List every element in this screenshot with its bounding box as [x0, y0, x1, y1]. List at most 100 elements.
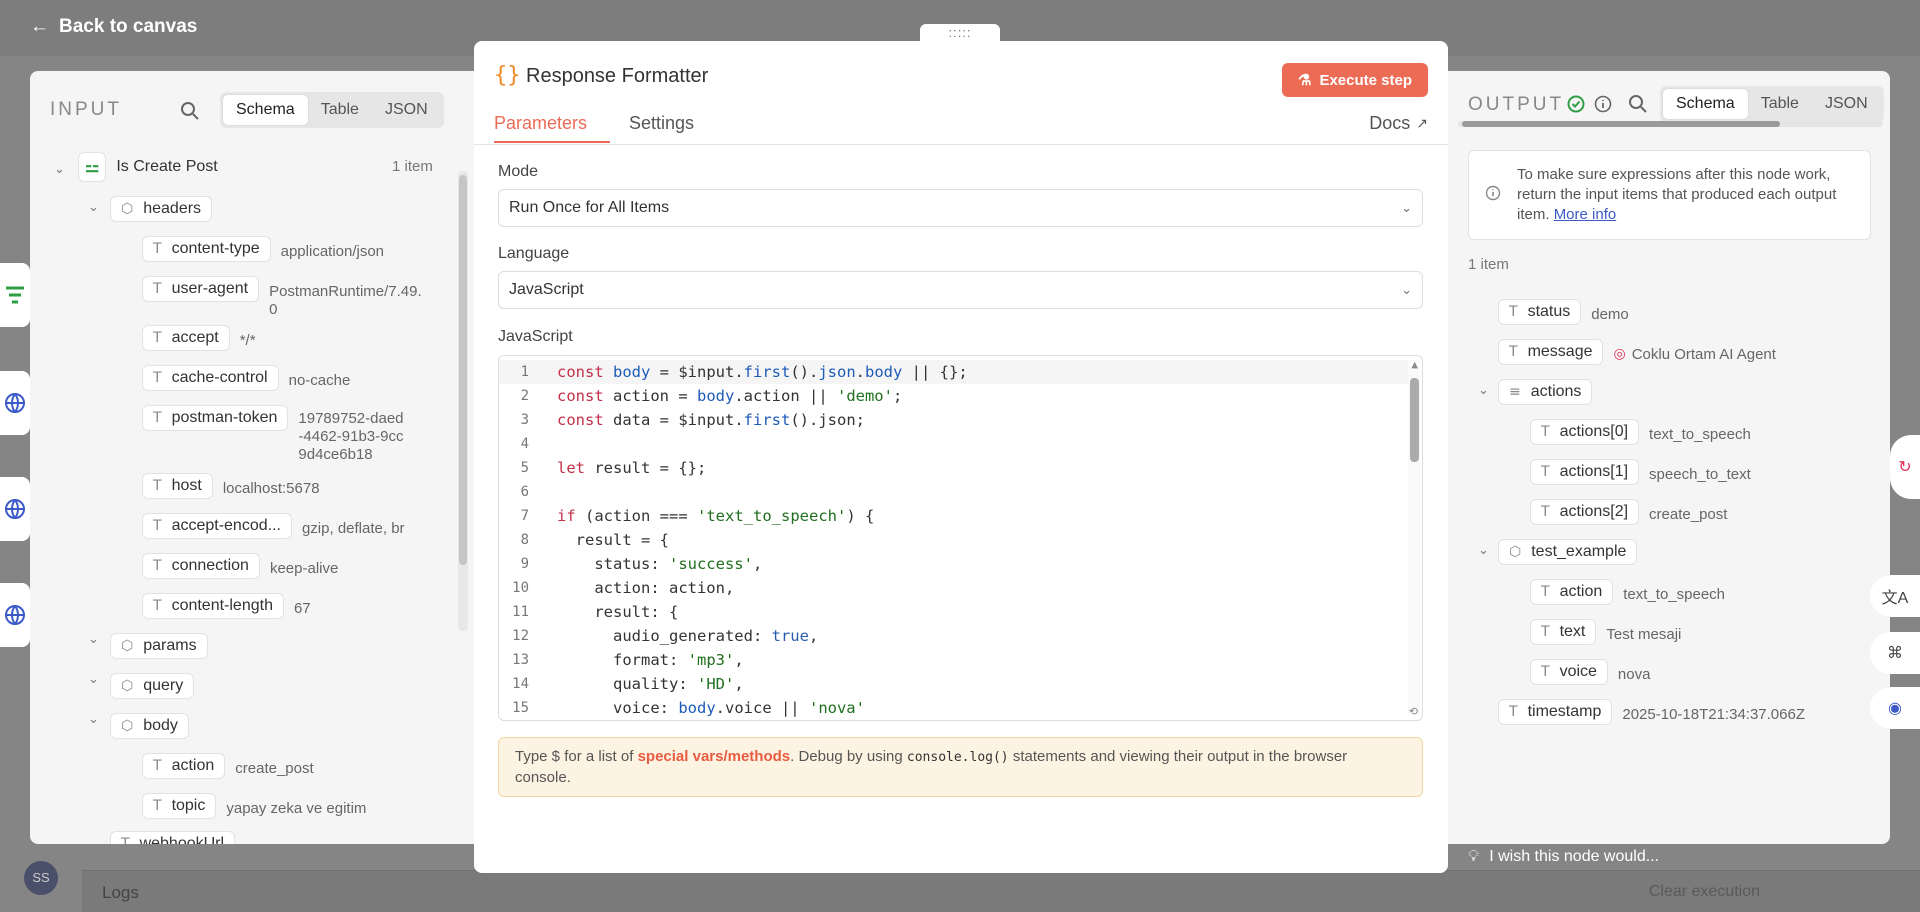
key-pill[interactable]: Thost: [142, 473, 213, 499]
key-pill[interactable]: Tconnection: [142, 553, 260, 579]
tab-schema[interactable]: Schema: [223, 95, 308, 125]
avatar[interactable]: SS: [24, 861, 58, 895]
code-line[interactable]: 2 const action = body.action || 'demo';: [499, 384, 1409, 408]
code-line[interactable]: 3 const data = $input.first().json;: [499, 408, 1409, 432]
resize-icon[interactable]: ⟲: [1409, 705, 1418, 718]
code-line[interactable]: 8 result = {: [499, 528, 1409, 552]
feedback-link[interactable]: 💡︎ I wish this node would...: [1468, 848, 1659, 866]
key-pill[interactable]: Tuser-agent: [142, 276, 260, 302]
code-line[interactable]: 11 result: {: [499, 600, 1409, 624]
language-select[interactable]: JavaScript ⌄: [498, 271, 1423, 309]
horizontal-scrollbar-thumb[interactable]: [1462, 121, 1780, 127]
text-type-icon: T: [153, 478, 162, 494]
code-line[interactable]: 12 audio_generated: true,: [499, 624, 1409, 648]
search-icon[interactable]: [1628, 94, 1648, 114]
webhook-icon: ↻: [1898, 459, 1912, 476]
back-to-canvas-link[interactable]: ← Back to canvas: [30, 16, 197, 38]
http-node-card-1[interactable]: [0, 371, 30, 435]
code-hint-banner: Type $ for a list of special vars/method…: [498, 737, 1423, 797]
object-key-pill[interactable]: ⬡ params: [110, 633, 208, 659]
code-line[interactable]: 4: [499, 432, 1409, 456]
scrollbar-thumb[interactable]: [459, 175, 467, 565]
code-line[interactable]: 5 let result = {};: [499, 456, 1409, 480]
chevron-down-icon[interactable]: ⌄: [54, 161, 65, 177]
code-line[interactable]: 1 const body = $input.first().json.body |…: [499, 360, 1409, 384]
filter-icon: [6, 286, 24, 304]
chevron-down-icon[interactable]: ⌄: [88, 711, 99, 727]
tab-table[interactable]: Table: [308, 95, 372, 125]
code-line[interactable]: 9 status: 'success',: [499, 552, 1409, 576]
chevron-down-icon[interactable]: ⌄: [88, 671, 99, 687]
object-key-pill[interactable]: ⬡ test_example: [1498, 539, 1638, 565]
code-line[interactable]: 6: [499, 480, 1409, 504]
key-pill[interactable]: Taccept: [142, 325, 230, 351]
side-node-card[interactable]: ↻: [1890, 435, 1920, 499]
key-pill[interactable]: Tmessage: [1498, 339, 1604, 365]
key-pill[interactable]: Taction: [1530, 579, 1614, 605]
tab-json[interactable]: JSON: [372, 95, 441, 125]
execute-step-button[interactable]: ⚗ Execute step: [1282, 63, 1428, 97]
array-key-pill[interactable]: ≡ actions: [1498, 379, 1593, 405]
key-pill[interactable]: Tcache-control: [142, 365, 279, 391]
node-title[interactable]: Response Formatter: [526, 65, 708, 88]
tab-parameters[interactable]: Parameters: [494, 113, 587, 134]
list-item: Taction create_post: [142, 753, 314, 779]
more-info-link[interactable]: More info: [1554, 206, 1617, 223]
apps-button[interactable]: ⌘: [1870, 632, 1920, 674]
chevron-down-icon[interactable]: ⌄: [88, 631, 99, 647]
key-pill[interactable]: Taction: [142, 753, 226, 779]
code-editor[interactable]: 1 const body = $input.first().json.body |…: [498, 355, 1423, 721]
code-text: result: {: [557, 603, 679, 621]
line-number: 8: [520, 532, 529, 548]
object-key-pill[interactable]: ⬡ headers: [110, 196, 213, 222]
key-pill[interactable]: TwebhookUrl: [110, 831, 236, 844]
search-icon[interactable]: [180, 101, 200, 121]
code-line[interactable]: 13 format: 'mp3',: [499, 648, 1409, 672]
chevron-down-icon[interactable]: ⌄: [1478, 542, 1489, 558]
tab-schema[interactable]: Schema: [1663, 89, 1748, 119]
tab-settings[interactable]: Settings: [629, 113, 694, 134]
drag-handle[interactable]: :::::: [920, 24, 1000, 42]
filter-node-card[interactable]: [0, 263, 30, 327]
code-line[interactable]: 7 if (action === 'text_to_speech') {: [499, 504, 1409, 528]
tab-json[interactable]: JSON: [1812, 89, 1881, 119]
clear-execution-button[interactable]: Clear execution: [1649, 883, 1760, 901]
key-pill[interactable]: Tcontent-length: [142, 593, 284, 619]
http-node-card-2[interactable]: [0, 477, 30, 541]
special-vars-link[interactable]: special vars/methods: [638, 748, 791, 765]
info-icon[interactable]: [1594, 95, 1612, 113]
object-key-pill[interactable]: ⬡ query: [110, 673, 195, 699]
mode-select[interactable]: Run Once for All Items ⌄: [498, 189, 1423, 227]
key-pill[interactable]: Tpostman-token: [142, 405, 289, 431]
key-pill[interactable]: Tcontent-type: [142, 236, 271, 262]
key-pill[interactable]: Ttext: [1530, 619, 1597, 645]
tab-table[interactable]: Table: [1748, 89, 1812, 119]
docs-link[interactable]: Docs ↗: [1369, 113, 1428, 134]
chevron-down-icon[interactable]: ⌄: [1478, 382, 1489, 398]
scroll-up-icon[interactable]: ▲: [1411, 358, 1418, 371]
text-type-icon: T: [121, 836, 130, 844]
cube-icon: ⬡: [121, 718, 134, 734]
translate-button[interactable]: 文A: [1870, 575, 1920, 617]
code-text: action: action,: [557, 579, 735, 597]
tree-row-test-example: ⬡ test_example: [1498, 539, 1638, 565]
globe-icon: [5, 393, 25, 413]
apps-icon: ⌘: [1887, 645, 1903, 662]
editor-scrollbar-thumb[interactable]: [1410, 378, 1419, 462]
assistant-button[interactable]: ◉: [1870, 687, 1920, 729]
list-item: Ttopic yapay zeka ve egitim: [142, 793, 366, 819]
key-pill[interactable]: Tvoice: [1530, 659, 1608, 685]
object-key-pill[interactable]: ⬡ body: [110, 713, 189, 739]
key-pill[interactable]: Tactions[1]: [1530, 459, 1640, 485]
key-pill[interactable]: Taccept-encod...: [142, 513, 292, 539]
http-node-card-3[interactable]: [0, 583, 30, 647]
key-pill[interactable]: Tstatus: [1498, 299, 1582, 325]
key-pill[interactable]: Ttimestamp: [1498, 699, 1613, 725]
code-line[interactable]: 14 quality: 'HD',: [499, 672, 1409, 696]
key-pill[interactable]: Ttopic: [142, 793, 217, 819]
code-line[interactable]: 10 action: action,: [499, 576, 1409, 600]
key-pill[interactable]: Tactions[2]: [1530, 499, 1640, 525]
code-line[interactable]: 15 voice: body.voice || 'nova': [499, 696, 1409, 720]
chevron-down-icon[interactable]: ⌄: [88, 199, 99, 215]
key-pill[interactable]: Tactions[0]: [1530, 419, 1640, 445]
